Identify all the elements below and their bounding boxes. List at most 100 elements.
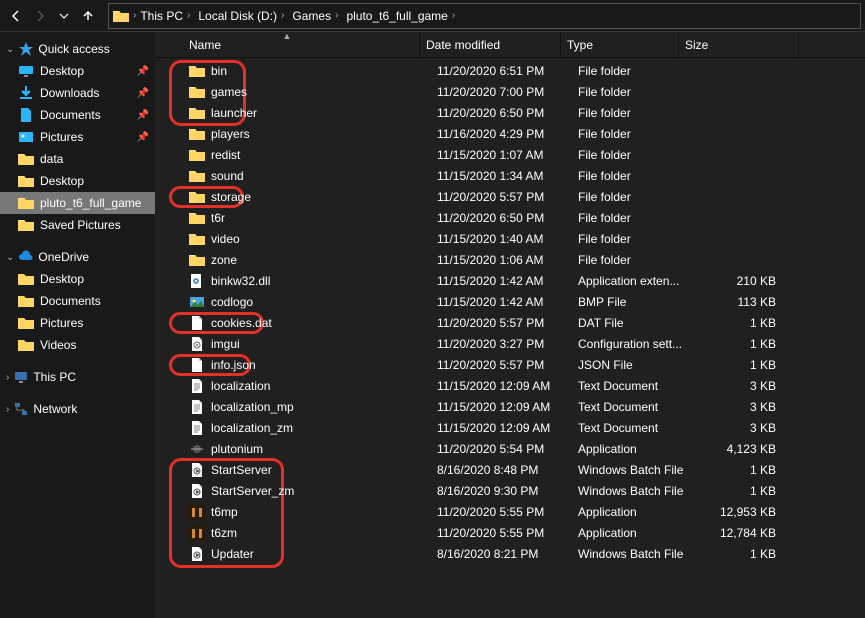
breadcrumb[interactable]: › This PC› Local Disk (D:)› Games› pluto… — [108, 3, 861, 29]
back-button[interactable] — [4, 4, 28, 28]
sidebar-item[interactable]: Pictures📌 — [0, 126, 155, 148]
file-date: 11/20/2020 5:55 PM — [437, 526, 578, 540]
file-name: games — [211, 85, 437, 99]
t6-icon — [189, 525, 205, 541]
sidebar-item[interactable]: Videos — [0, 334, 155, 356]
sidebar-item[interactable]: data — [0, 148, 155, 170]
sidebar-item-label: Pictures — [40, 130, 83, 144]
sidebar-item[interactable]: Desktop📌 — [0, 60, 155, 82]
sidebar-quick-access[interactable]: ⌄ Quick access — [0, 38, 155, 60]
file-size: 1 KB — [696, 316, 776, 330]
file-name: zone — [211, 253, 437, 267]
sidebar-item[interactable]: Desktop — [0, 268, 155, 290]
file-type: Windows Batch File — [578, 463, 696, 477]
file-icon — [189, 315, 205, 331]
sidebar-item[interactable]: Saved Pictures — [0, 214, 155, 236]
sidebar-item-label: pluto_t6_full_game — [40, 196, 141, 210]
file-name: t6r — [211, 211, 437, 225]
col-name[interactable]: Name ▲ — [155, 32, 420, 57]
forward-button[interactable] — [28, 4, 52, 28]
file-row[interactable]: codlogo11/15/2020 1:42 AMBMP File113 KB — [155, 291, 865, 312]
sidebar-item-label: Desktop — [40, 272, 84, 286]
bat-icon — [189, 462, 205, 478]
file-row[interactable]: binkw32.dll11/15/2020 1:42 AMApplication… — [155, 270, 865, 291]
file-name: StartServer — [211, 463, 437, 477]
star-icon — [18, 41, 34, 57]
file-size: 1 KB — [696, 547, 776, 561]
sidebar-item-label: Desktop — [40, 64, 84, 78]
file-row[interactable]: localization11/15/2020 12:09 AMText Docu… — [155, 375, 865, 396]
crumb-games[interactable]: Games› — [288, 9, 342, 23]
sidebar-label: This PC — [33, 370, 76, 384]
sidebar-network[interactable]: › Network — [0, 398, 155, 420]
file-type: Windows Batch File — [578, 484, 696, 498]
file-row[interactable]: localization_mp11/15/2020 12:09 AMText D… — [155, 396, 865, 417]
file-row[interactable]: plutonium11/20/2020 5:54 PMApplication4,… — [155, 438, 865, 459]
file-row[interactable]: StartServer_zm8/16/2020 9:30 PMWindows B… — [155, 480, 865, 501]
file-row[interactable]: localization_zm11/15/2020 12:09 AMText D… — [155, 417, 865, 438]
file-name: codlogo — [211, 295, 437, 309]
file-date: 11/15/2020 1:40 AM — [437, 232, 578, 246]
sidebar-item[interactable]: Pictures — [0, 312, 155, 334]
sidebar-item[interactable]: Downloads📌 — [0, 82, 155, 104]
file-type: File folder — [578, 64, 696, 78]
sidebar-item[interactable]: pluto_t6_full_game — [0, 192, 155, 214]
sidebar-this-pc[interactable]: › This PC — [0, 366, 155, 388]
file-row[interactable]: t6zm11/20/2020 5:55 PMApplication12,784 … — [155, 522, 865, 543]
file-row[interactable]: t6mp11/20/2020 5:55 PMApplication12,953 … — [155, 501, 865, 522]
col-type[interactable]: Type — [561, 32, 679, 57]
file-row[interactable]: sound11/15/2020 1:34 AMFile folder — [155, 165, 865, 186]
col-size[interactable]: Size — [679, 32, 799, 57]
file-date: 11/15/2020 12:09 AM — [437, 421, 578, 435]
sidebar-onedrive[interactable]: ⌄ OneDrive — [0, 246, 155, 268]
crumb-current[interactable]: pluto_t6_full_game› — [342, 9, 459, 23]
file-size: 113 KB — [696, 295, 776, 309]
sidebar-item-label: Desktop — [40, 174, 84, 188]
crumb-this-pc[interactable]: This PC› — [136, 9, 194, 23]
file-size: 3 KB — [696, 400, 776, 414]
file-row[interactable]: imgui11/20/2020 3:27 PMConfiguration set… — [155, 333, 865, 354]
file-row[interactable]: video11/15/2020 1:40 AMFile folder — [155, 228, 865, 249]
folder-icon — [189, 210, 205, 226]
folder-icon — [113, 9, 129, 23]
txt-icon — [189, 378, 205, 394]
sidebar-item-label: Documents — [40, 108, 101, 122]
col-date[interactable]: Date modified — [420, 32, 561, 57]
file-row[interactable]: redist11/15/2020 1:07 AMFile folder — [155, 144, 865, 165]
crumb-drive[interactable]: Local Disk (D:)› — [194, 9, 288, 23]
file-row[interactable]: players11/16/2020 4:29 PMFile folder — [155, 123, 865, 144]
file-row[interactable]: storage11/20/2020 5:57 PMFile folder — [155, 186, 865, 207]
file-type: Text Document — [578, 421, 696, 435]
file-row[interactable]: zone11/15/2020 1:06 AMFile folder — [155, 249, 865, 270]
file-row[interactable]: StartServer8/16/2020 8:48 PMWindows Batc… — [155, 459, 865, 480]
sidebar-item[interactable]: Documents — [0, 290, 155, 312]
file-date: 11/15/2020 1:07 AM — [437, 148, 578, 162]
file-row[interactable]: bin11/20/2020 6:51 PMFile folder — [155, 60, 865, 81]
file-row[interactable]: Updater8/16/2020 8:21 PMWindows Batch Fi… — [155, 543, 865, 564]
file-date: 11/15/2020 1:42 AM — [437, 274, 578, 288]
file-list[interactable]: bin11/20/2020 6:51 PMFile foldergames11/… — [155, 58, 865, 618]
recent-dropdown[interactable] — [52, 4, 76, 28]
t6-icon — [189, 504, 205, 520]
chevron-right-icon: › — [6, 372, 9, 383]
sidebar-item[interactable]: Documents📌 — [0, 104, 155, 126]
toolbar: › This PC› Local Disk (D:)› Games› pluto… — [0, 0, 865, 32]
folder-icon — [189, 252, 205, 268]
folder-icon — [189, 63, 205, 79]
file-size: 1 KB — [696, 484, 776, 498]
sidebar-item[interactable]: Desktop — [0, 170, 155, 192]
file-row[interactable]: launcher11/20/2020 6:50 PMFile folder — [155, 102, 865, 123]
up-button[interactable] — [76, 4, 100, 28]
file-name: t6zm — [211, 526, 437, 540]
file-size: 1 KB — [696, 358, 776, 372]
folder-icon — [189, 84, 205, 100]
file-row[interactable]: t6r11/20/2020 6:50 PMFile folder — [155, 207, 865, 228]
file-name: redist — [211, 148, 437, 162]
file-date: 11/20/2020 5:57 PM — [437, 358, 578, 372]
network-icon — [13, 401, 29, 417]
file-row[interactable]: info.json11/20/2020 5:57 PMJSON File1 KB — [155, 354, 865, 375]
file-date: 8/16/2020 8:48 PM — [437, 463, 578, 477]
file-row[interactable]: games11/20/2020 7:00 PMFile folder — [155, 81, 865, 102]
file-row[interactable]: cookies.dat11/20/2020 5:57 PMDAT File1 K… — [155, 312, 865, 333]
file-type: BMP File — [578, 295, 696, 309]
